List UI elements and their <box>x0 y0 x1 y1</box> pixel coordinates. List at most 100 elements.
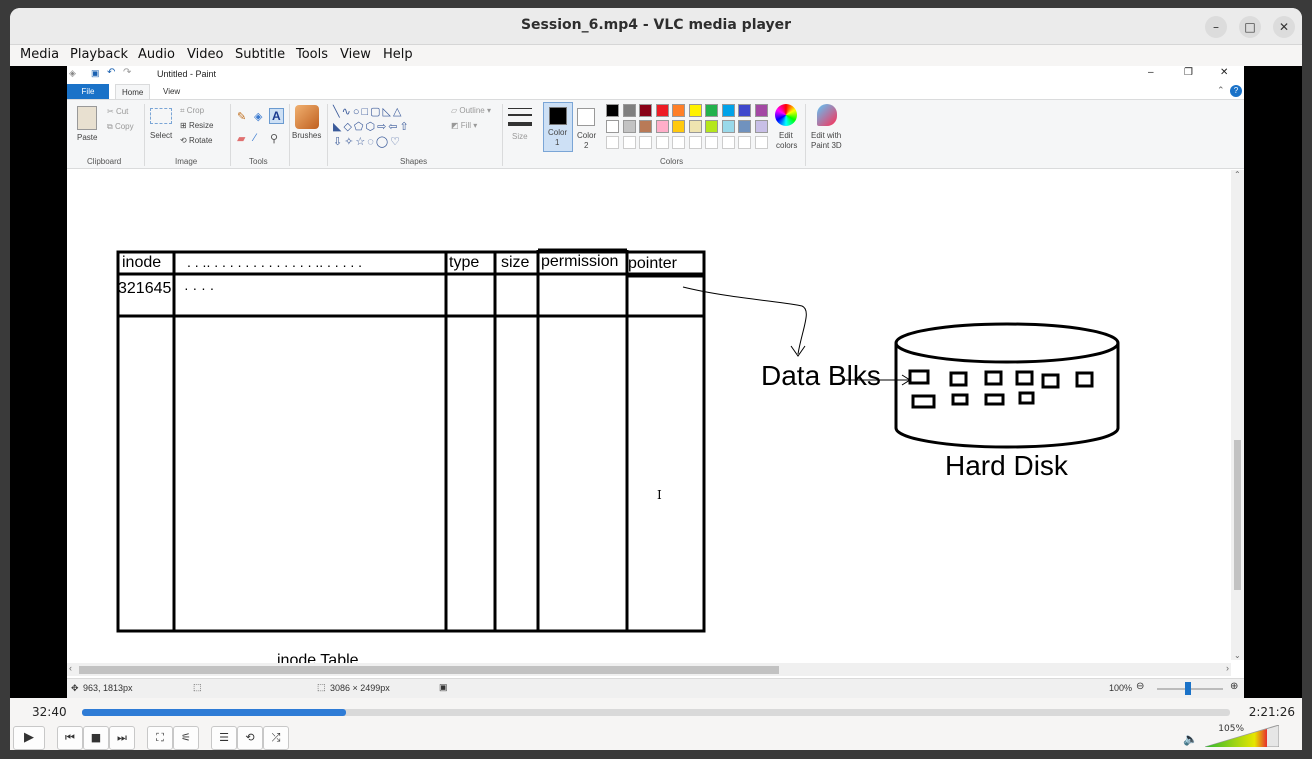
magnifier-icon[interactable]: ⚲ <box>270 132 278 145</box>
resize-button[interactable]: ⊞ Resize <box>180 121 213 130</box>
edit-colors-icon[interactable] <box>775 104 797 126</box>
menu-view[interactable]: View <box>340 47 371 62</box>
scroll-left-icon[interactable]: ‹ <box>69 663 72 673</box>
paste-label[interactable]: Paste <box>77 133 97 142</box>
palette-swatch-empty[interactable] <box>688 136 702 149</box>
tab-view[interactable]: View <box>157 84 186 99</box>
collapse-ribbon-icon[interactable]: ⌃ <box>1217 85 1225 96</box>
palette-swatch-empty[interactable] <box>655 136 669 149</box>
play-button[interactable]: ▶ <box>13 726 45 750</box>
paint-minimize-icon[interactable]: – <box>1148 67 1154 78</box>
zoom-in-icon[interactable]: ⊕ <box>1230 681 1238 692</box>
color2-swatch[interactable] <box>577 108 595 126</box>
palette-swatch[interactable] <box>754 104 768 117</box>
menu-audio[interactable]: Audio <box>138 47 175 62</box>
menu-tools[interactable]: Tools <box>296 47 328 62</box>
video-area[interactable]: ◈ ▣ ↶ ↷ Untitled - Paint – ❐ ✕ File Home… <box>10 66 1302 698</box>
fill-icon[interactable]: ◈ <box>254 110 262 123</box>
volume-slider[interactable] <box>1205 725 1279 747</box>
maximize-button[interactable]: □ <box>1239 16 1261 38</box>
stop-button[interactable]: ■ <box>83 726 109 750</box>
scroll-right-icon[interactable]: › <box>1226 663 1229 673</box>
palette-swatch[interactable] <box>606 104 619 117</box>
palette-swatch[interactable] <box>655 104 669 117</box>
palette-swatch-empty[interactable] <box>721 136 735 149</box>
palette-swatch[interactable] <box>622 120 636 133</box>
edit-colors-label[interactable]: Edit <box>779 131 793 140</box>
zoom-slider-thumb[interactable] <box>1185 682 1191 695</box>
next-button[interactable]: ⏭ <box>109 726 135 750</box>
volume-icon[interactable]: 🔈 <box>1183 732 1198 746</box>
paint-restore-icon[interactable]: ❐ <box>1184 67 1193 78</box>
horizontal-scroll-thumb[interactable] <box>79 666 779 674</box>
size-icon[interactable] <box>508 108 532 126</box>
palette-swatch[interactable] <box>754 120 768 133</box>
palette-swatch-empty[interactable] <box>672 136 685 149</box>
palette-swatch[interactable] <box>672 104 685 117</box>
extended-settings-button[interactable]: ⚟ <box>173 726 199 750</box>
copy-button[interactable]: ⧉ Copy <box>107 122 134 132</box>
brushes-label[interactable]: Brushes <box>292 131 321 140</box>
loop-button[interactable]: ⟲ <box>237 726 263 750</box>
vertical-scroll-thumb[interactable] <box>1234 440 1241 590</box>
palette-swatch-empty[interactable] <box>622 136 636 149</box>
help-icon[interactable]: ? <box>1230 85 1242 97</box>
scroll-up-icon[interactable]: ⌃ <box>1234 170 1241 179</box>
palette-swatch[interactable] <box>639 104 652 117</box>
zoom-out-icon[interactable]: ⊖ <box>1136 681 1144 692</box>
fill-button[interactable]: ◩ Fill ▾ <box>451 121 477 130</box>
text-tool-icon[interactable]: A <box>269 108 284 124</box>
menu-subtitle[interactable]: Subtitle <box>235 47 285 62</box>
color-picker-icon[interactable]: ⁄ <box>254 132 256 144</box>
paint-close-icon[interactable]: ✕ <box>1220 67 1228 78</box>
close-button[interactable]: ✕ <box>1273 16 1295 38</box>
size-label[interactable]: Size <box>512 132 528 141</box>
palette-swatch-empty[interactable] <box>738 136 751 149</box>
fullscreen-button[interactable]: ⛶ <box>147 726 173 750</box>
palette-swatch[interactable] <box>721 120 735 133</box>
tab-home[interactable]: Home <box>115 84 151 99</box>
paint3d-label-2[interactable]: Paint 3D <box>811 141 842 150</box>
menu-video[interactable]: Video <box>187 47 223 62</box>
palette-swatch[interactable] <box>705 120 718 133</box>
palette-swatch-empty[interactable] <box>639 136 652 149</box>
playlist-button[interactable]: ☰ <box>211 726 237 750</box>
color1-button[interactable]: Color 1 <box>543 102 573 152</box>
palette-swatch[interactable] <box>738 120 751 133</box>
palette-swatch-empty[interactable] <box>606 136 619 149</box>
paint3d-label[interactable]: Edit with <box>811 131 841 140</box>
palette-swatch[interactable] <box>672 120 685 133</box>
minimize-button[interactable]: – <box>1205 16 1227 38</box>
palette-swatch[interactable] <box>639 120 652 133</box>
menu-playback[interactable]: Playback <box>70 47 128 62</box>
rotate-button[interactable]: ⟲ Rotate <box>180 136 213 145</box>
palette-swatch[interactable] <box>705 104 718 117</box>
paste-icon[interactable] <box>77 106 97 130</box>
edit-colors-label-2[interactable]: colors <box>776 141 797 150</box>
save-icon[interactable]: ▣ <box>91 68 100 79</box>
palette-swatch[interactable] <box>655 120 669 133</box>
select-icon[interactable] <box>150 108 172 124</box>
palette-swatch[interactable] <box>606 120 619 133</box>
shuffle-button[interactable]: ⤮ <box>263 726 289 750</box>
cut-button[interactable]: ✂ Cut <box>107 107 128 116</box>
previous-button[interactable]: ⏮ <box>57 726 83 750</box>
palette-swatch-empty[interactable] <box>754 136 768 149</box>
redo-icon[interactable]: ↷ <box>123 67 131 78</box>
outline-button[interactable]: ▱ Outline ▾ <box>451 106 491 115</box>
scroll-down-icon[interactable]: ⌄ <box>1234 651 1241 660</box>
palette-swatch[interactable] <box>721 104 735 117</box>
pencil-icon[interactable]: ✎ <box>237 110 246 123</box>
crop-button[interactable]: ⌗ Crop <box>180 106 204 116</box>
shapes-gallery[interactable]: ╲∿○□▢◺△ ◣◇⬠⬡⇨⇦⇧ ⇩✧☆◌◯♡ <box>333 105 443 151</box>
brushes-icon[interactable] <box>295 105 319 129</box>
select-label[interactable]: Select <box>150 131 172 140</box>
tab-file[interactable]: File <box>67 84 109 99</box>
vertical-scrollbar[interactable]: ⌃ ⌄ <box>1231 170 1244 660</box>
horizontal-scrollbar[interactable]: ‹ › <box>67 663 1231 676</box>
paint3d-icon[interactable] <box>817 104 837 126</box>
palette-swatch[interactable] <box>738 104 751 117</box>
palette-swatch[interactable] <box>688 104 702 117</box>
menu-media[interactable]: Media <box>20 47 59 62</box>
paint-canvas[interactable]: inode . . .. . . . . . . . . . . . . . .… <box>67 170 1231 669</box>
